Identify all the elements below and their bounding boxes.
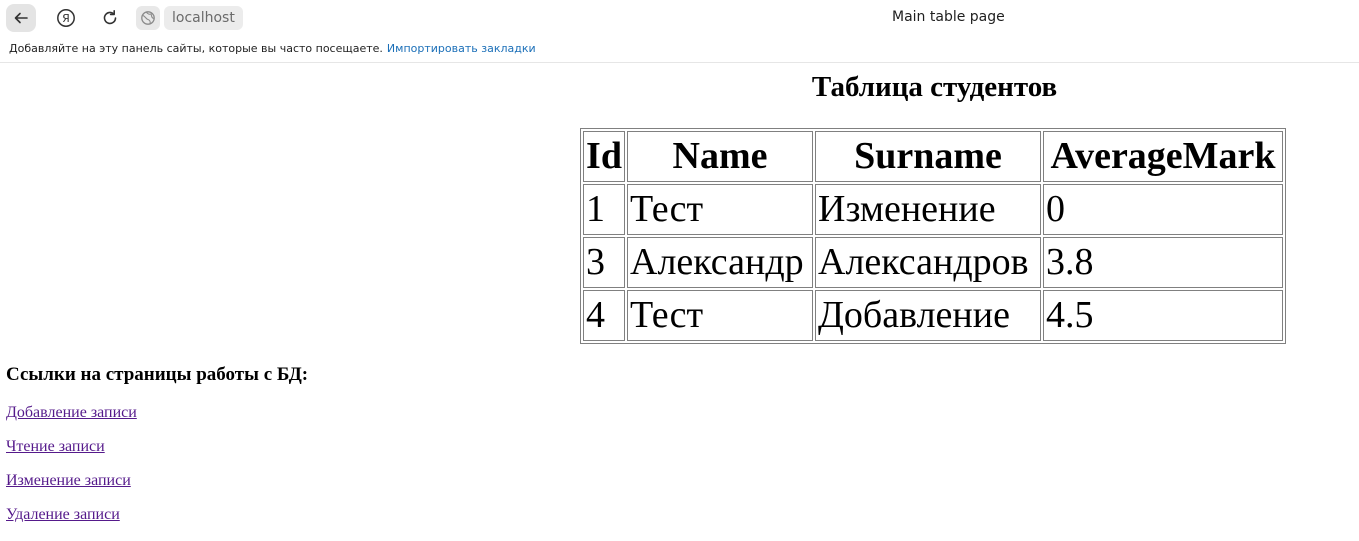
address-bar[interactable]: localhost [136,6,243,30]
delete-record-link[interactable]: Удаление записи [6,506,120,524]
column-header-surname: Surname [815,131,1041,182]
browser-chrome: Я localhost Main table page Добавляйте н… [0,0,1359,63]
table-row: 4 Тест Добавление 4.5 [583,290,1283,341]
column-header-average-mark: AverageMark [1043,131,1283,182]
table-row: 3 Александр Александров 3.8 [583,237,1283,288]
arrow-left-icon [14,12,28,24]
cell-average-mark: 0 [1043,184,1283,235]
cell-id: 4 [583,290,625,341]
edit-record-link[interactable]: Изменение записи [6,472,131,490]
bookmarks-bar: Добавляйте на эту панель сайты, которые … [9,42,536,55]
cell-name: Тест [627,290,813,341]
cell-surname: Добавление [815,290,1041,341]
reload-button[interactable] [95,4,125,32]
back-button[interactable] [6,4,36,32]
cell-average-mark: 3.8 [1043,237,1283,288]
page-tab-title: Main table page [892,9,1005,25]
students-table: Id Name Surname AverageMark 1 Тест Измен… [580,128,1286,344]
column-header-id: Id [583,131,625,182]
cell-name: Тест [627,184,813,235]
yandex-icon: Я [57,9,75,27]
cell-average-mark: 4.5 [1043,290,1283,341]
browser-toolbar: Я localhost Main table page [0,0,1359,37]
column-header-name: Name [627,131,813,182]
reload-icon [103,10,117,25]
site-info-button[interactable] [136,6,160,30]
page-title: Таблица студентов [811,71,1058,103]
add-record-link[interactable]: Добавление записи [6,404,137,422]
svg-text:Я: Я [62,12,70,25]
yandex-button[interactable]: Я [51,4,81,32]
cell-name: Александр [627,237,813,288]
table-row: 1 Тест Изменение 0 [583,184,1283,235]
bookmarks-hint-text: Добавляйте на эту панель сайты, которые … [9,42,383,55]
cell-surname: Изменение [815,184,1041,235]
import-bookmarks-link[interactable]: Импортировать закладки [387,42,536,55]
url-text[interactable]: localhost [164,6,243,30]
links-heading: Ссылки на страницы работы с БД: [6,364,309,385]
table-header-row: Id Name Surname AverageMark [583,131,1283,182]
cell-id: 1 [583,184,625,235]
read-record-link[interactable]: Чтение записи [6,438,105,456]
globe-icon [141,11,155,25]
cell-id: 3 [583,237,625,288]
cell-surname: Александров [815,237,1041,288]
